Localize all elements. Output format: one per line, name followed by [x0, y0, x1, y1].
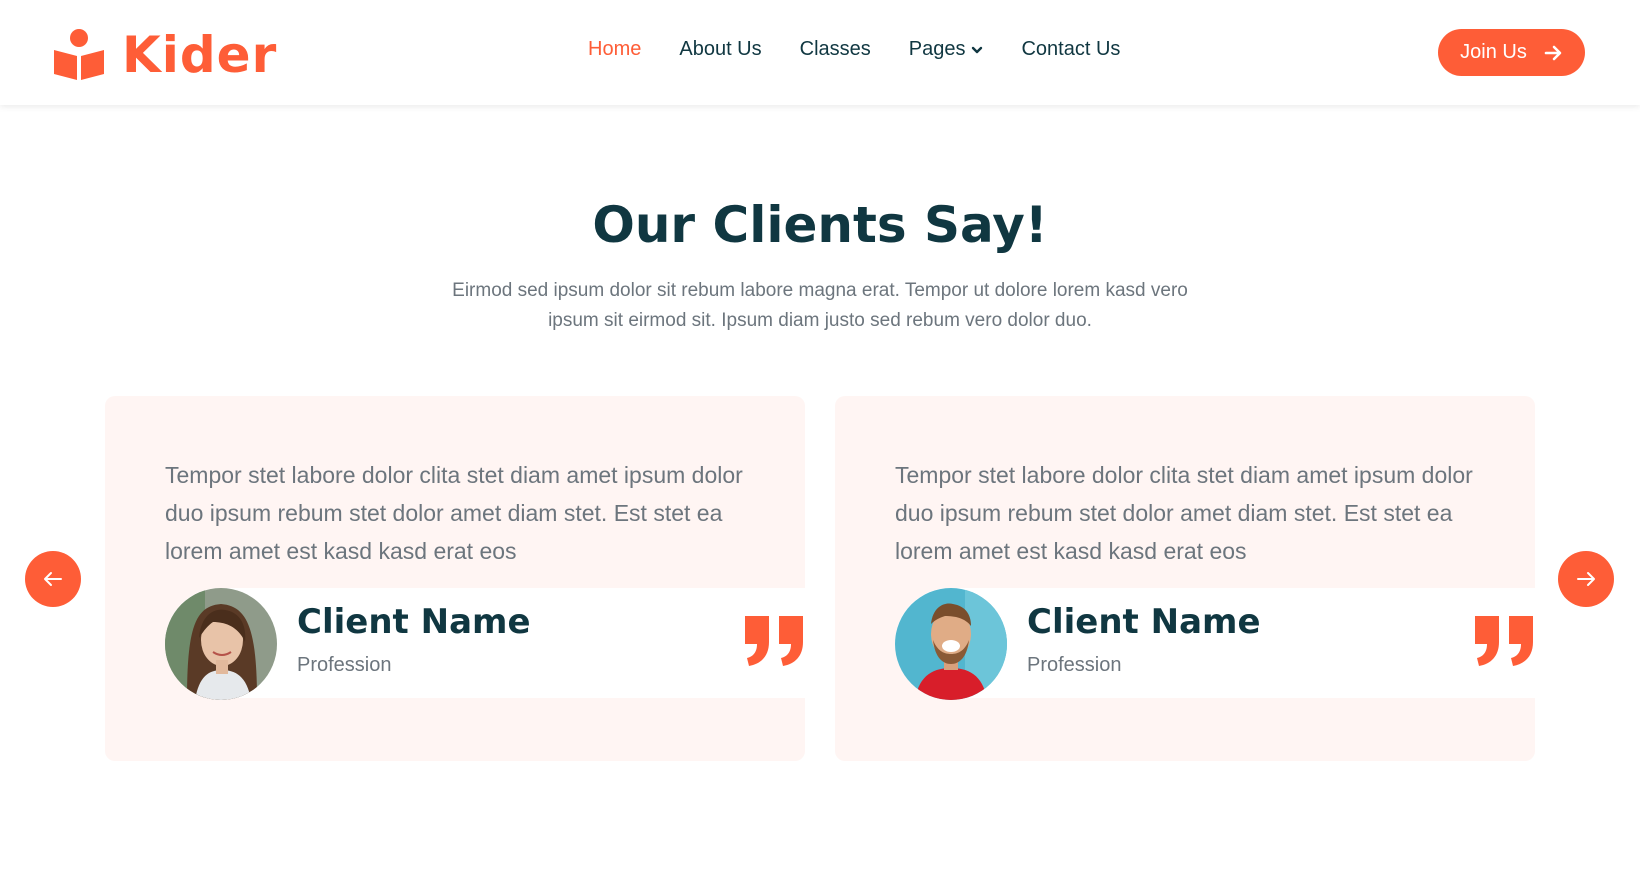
- client-photo-man: [895, 588, 1007, 700]
- navbar: Kider Home About Us Classes Pages Contac…: [0, 0, 1640, 105]
- client-name: Client Name: [297, 602, 531, 642]
- client-avatar: [895, 588, 1007, 700]
- brand-name: Kider: [122, 26, 278, 84]
- nav-about-us[interactable]: About Us: [679, 38, 761, 61]
- arrow-right-icon: [1577, 572, 1595, 586]
- main-nav: Home About Us Classes Pages Contact Us: [588, 38, 1120, 61]
- join-us-label: Join Us: [1460, 41, 1527, 63]
- client-avatar: [165, 588, 277, 700]
- client-info: Client Name Profession: [895, 588, 1535, 700]
- testimonial-card: Tempor stet labore dolor clita stet diam…: [105, 396, 805, 761]
- join-us-button[interactable]: Join Us: [1438, 29, 1585, 76]
- arrow-right-icon: [1544, 45, 1562, 60]
- arrow-left-icon: [44, 572, 62, 586]
- testimonial-text: Tempor stet labore dolor clita stet diam…: [895, 462, 1473, 564]
- brand-logo[interactable]: Kider: [52, 26, 277, 84]
- client-info: Client Name Profession: [165, 588, 805, 700]
- chevron-down-icon: [972, 46, 983, 53]
- testimonial-card: Tempor stet labore dolor clita stet diam…: [835, 396, 1535, 761]
- book-reader-icon: [54, 29, 104, 80]
- section-subtitle: Eirmod sed ipsum dolor sit rebum labore …: [452, 280, 1188, 331]
- quote-right-icon: [1475, 616, 1533, 666]
- nav-home[interactable]: Home: [588, 38, 641, 61]
- section-title: Our Clients Say!: [592, 196, 1048, 254]
- client-profession: Profession: [1027, 654, 1122, 676]
- client-profession: Profession: [297, 654, 392, 676]
- client-photo-woman: [165, 588, 277, 700]
- client-name: Client Name: [1027, 602, 1261, 642]
- nav-pages-label: Pages: [908, 38, 966, 60]
- nav-pages-dropdown[interactable]: Pages: [909, 38, 984, 61]
- testimonial-text: Tempor stet labore dolor clita stet diam…: [165, 462, 743, 564]
- quote-right-icon: [745, 616, 803, 666]
- nav-classes[interactable]: Classes: [800, 38, 871, 61]
- carousel-prev-button[interactable]: [25, 551, 81, 607]
- nav-contact-us[interactable]: Contact Us: [1021, 38, 1120, 61]
- carousel-next-button[interactable]: [1558, 551, 1614, 607]
